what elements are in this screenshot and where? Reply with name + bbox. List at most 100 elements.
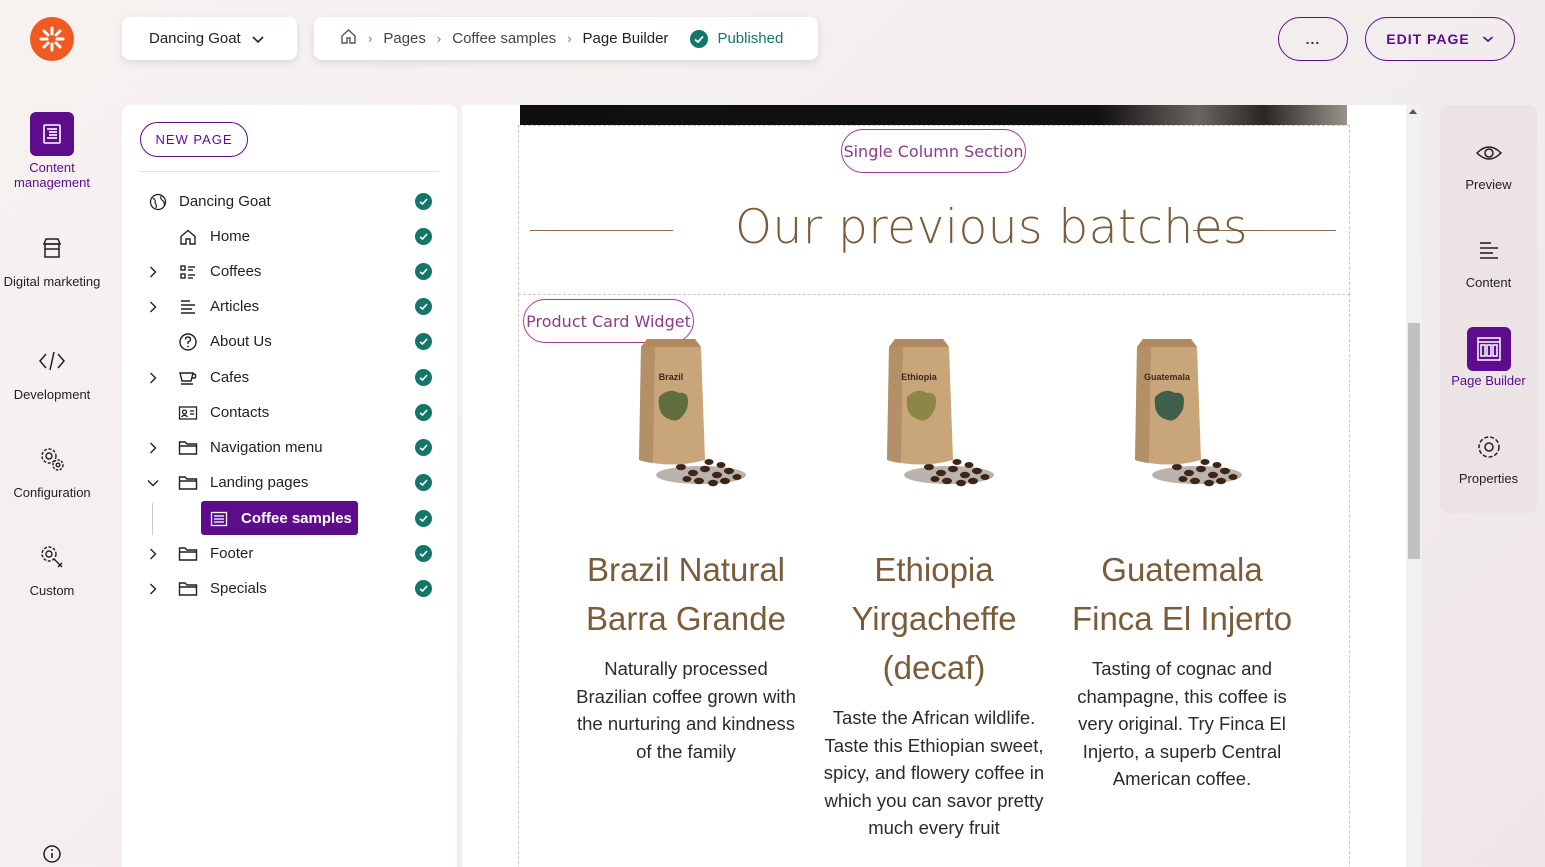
nav-label: Custom [29, 583, 75, 598]
more-actions-button[interactable]: ... [1278, 17, 1348, 61]
cup-icon [178, 368, 198, 388]
tree-item[interactable]: About Us [122, 324, 457, 359]
product-description: Taste the African wildlife. Taste this E… [823, 707, 1045, 839]
coffee-bag-image: Brazil [571, 335, 801, 495]
title-rule-left [530, 230, 673, 231]
tree-item[interactable]: Specials [122, 571, 457, 606]
breadcrumb-item-coffee-samples[interactable]: Coffee samples [452, 30, 556, 47]
content-management-icon [30, 112, 74, 156]
section-tag[interactable]: Single Column Section [841, 129, 1026, 173]
article-icon [178, 297, 198, 317]
logo-asterisk-icon [39, 26, 65, 52]
published-check-icon [415, 510, 432, 527]
nav-label: Development [13, 387, 91, 402]
home-icon[interactable] [340, 28, 357, 49]
chevron-right-icon[interactable] [146, 371, 160, 385]
tree-item[interactable]: Home [122, 219, 457, 254]
tree-item[interactable]: Coffee samples [122, 501, 457, 536]
chevron-right-icon[interactable] [146, 300, 160, 314]
published-check-icon [690, 29, 709, 48]
product-card[interactable]: Guatemala Guatemala Finca El Injerto Tasti… [1067, 335, 1297, 793]
tree-item-label: Coffee samples [241, 510, 352, 527]
edit-page-label: EDIT PAGE [1386, 31, 1470, 47]
breadcrumb-item-pages[interactable]: Pages [383, 30, 426, 47]
nav-configuration[interactable]: Configuration [0, 437, 104, 500]
list-icon [178, 262, 198, 282]
published-check-icon [415, 439, 432, 456]
tree-item-label: Specials [210, 580, 267, 597]
published-check-icon [415, 298, 432, 315]
canvas-scrollbar[interactable] [1406, 105, 1422, 867]
tree-item[interactable]: Coffees [122, 254, 457, 289]
bag-label: Ethiopia [901, 372, 937, 382]
folder-icon [178, 473, 198, 493]
tree-item-label: Dancing Goat [179, 193, 271, 210]
edit-page-button[interactable]: EDIT PAGE [1365, 17, 1515, 61]
coffee-bag-image: Ethiopia [819, 335, 1049, 495]
info-icon[interactable] [42, 844, 62, 867]
published-check-icon [415, 580, 432, 597]
content-icon [1467, 229, 1511, 273]
chevron-right-icon[interactable] [146, 582, 160, 596]
tree-item[interactable]: Footer [122, 536, 457, 571]
scroll-up-arrow-icon[interactable] [1409, 109, 1417, 114]
nav-label: Configuration [13, 485, 91, 500]
tree-item-label: Landing pages [210, 474, 309, 491]
digital-marketing-icon [30, 226, 74, 270]
breadcrumb-separator: › [368, 31, 373, 46]
page-builder-tab[interactable]: Page Builder [1440, 327, 1537, 388]
nav-label: Digital marketing [3, 274, 101, 289]
new-page-button[interactable]: NEW PAGE [140, 122, 248, 157]
chevron-right-icon[interactable] [146, 441, 160, 455]
publish-status: Published [717, 30, 784, 47]
properties-tab[interactable]: Properties [1440, 425, 1537, 486]
chevron-down-icon[interactable] [146, 476, 160, 490]
tree-item[interactable]: Cafes [122, 360, 457, 395]
page-icon [209, 509, 229, 529]
product-name[interactable]: Guatemala Finca El Injerto [1067, 545, 1297, 643]
tree-item-label: Navigation menu [210, 439, 323, 456]
product-description: Naturally processed Brazilian coffee gro… [576, 658, 796, 762]
published-check-icon [415, 474, 432, 491]
published-check-icon [415, 404, 432, 421]
kentico-logo[interactable] [30, 17, 74, 61]
channel-selector[interactable]: Dancing Goat [122, 17, 297, 60]
chevron-down-icon [1482, 36, 1493, 43]
content-tab[interactable]: Content [1440, 229, 1537, 290]
nav-development[interactable]: Development [0, 339, 104, 402]
tree-item[interactable]: Articles [122, 289, 457, 324]
preview-tab[interactable]: Preview [1440, 131, 1537, 192]
tree-item[interactable]: Landing pages [122, 465, 457, 500]
hero-image-strip [520, 105, 1347, 125]
nav-digital-marketing[interactable]: Digital marketing [0, 226, 104, 289]
nav-label: Content management [14, 160, 90, 190]
page-builder-icon [1466, 327, 1511, 371]
question-icon [178, 332, 198, 352]
preview-label: Preview [1465, 177, 1512, 192]
chevron-right-icon[interactable] [146, 265, 160, 279]
right-panel: Preview Content Page Builder Properties [1440, 105, 1537, 513]
product-card[interactable]: Brazil Brazil Natural Barra Grande Natural… [571, 335, 801, 765]
product-name[interactable]: Ethiopia Yirgacheffe (decaf) [819, 545, 1049, 692]
section-title: Our previous batches [734, 200, 1249, 255]
tree-item[interactable]: Contacts [122, 395, 457, 430]
configuration-icon [30, 437, 74, 481]
scroll-thumb[interactable] [1408, 323, 1420, 559]
channel-name: Dancing Goat [149, 30, 241, 47]
chevron-right-icon[interactable] [146, 547, 160, 561]
custom-icon [30, 535, 74, 579]
product-card[interactable]: Ethiopia Ethiopia Yirgacheffe (decaf) Tast… [819, 335, 1049, 842]
tree-item[interactable]: Dancing Goat [122, 184, 457, 219]
home-icon [178, 227, 198, 247]
development-icon [30, 339, 74, 383]
contact-card-icon [178, 403, 198, 423]
nav-custom[interactable]: Custom [0, 535, 104, 598]
breadcrumb-separator: › [436, 31, 442, 46]
properties-label: Properties [1458, 471, 1519, 486]
nav-content-management[interactable]: Content management [0, 112, 104, 190]
tree-item[interactable]: Navigation menu [122, 430, 457, 465]
product-name[interactable]: Brazil Natural Barra Grande [571, 545, 801, 643]
folder-icon [178, 579, 198, 599]
eye-icon [1467, 131, 1511, 175]
published-check-icon [415, 333, 432, 350]
